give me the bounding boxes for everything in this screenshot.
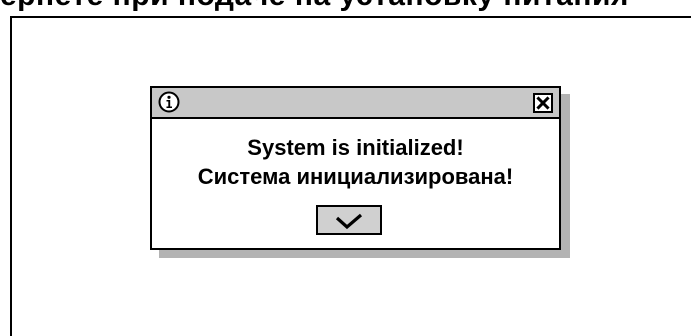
dialog-titlebar (152, 88, 559, 119)
cropped-heading-text: ернете при подаче на установку питания (0, 0, 691, 12)
close-icon[interactable] (533, 93, 553, 113)
info-icon (158, 91, 180, 113)
message-russian: Система инициализирована! (197, 164, 514, 189)
message-english: System is initialized! (247, 135, 464, 160)
checkmark-icon (335, 213, 363, 230)
ok-button[interactable] (316, 205, 382, 235)
info-dialog: System is initialized! Система инициализ… (150, 86, 561, 250)
